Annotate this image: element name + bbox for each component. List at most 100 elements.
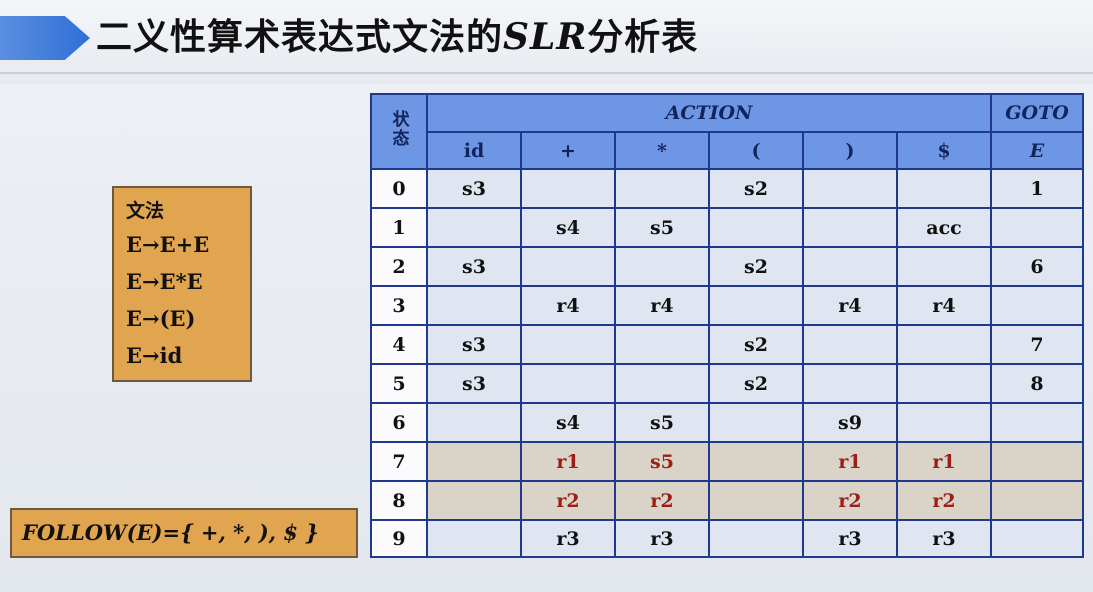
action-column-header: + — [520, 131, 616, 170]
action-cell: r4 — [895, 285, 993, 326]
action-cell — [426, 402, 522, 443]
goto-cell — [990, 402, 1085, 443]
action-cell: s2 — [708, 246, 804, 287]
table-row: 5 s3 s2 8 — [370, 363, 1085, 404]
grammar-heading: 文法 — [126, 200, 165, 222]
action-cell — [802, 363, 898, 404]
action-cell — [708, 207, 804, 248]
action-cell — [895, 324, 993, 365]
table-row: 9 r3 r3 r3 r3 — [370, 519, 1085, 558]
action-cell — [895, 246, 993, 287]
action-cell — [802, 207, 898, 248]
grammar-rule: E→E+E — [126, 232, 210, 257]
action-cell: r2 — [520, 480, 616, 521]
action-cell: s5 — [614, 207, 710, 248]
title-arrow-icon — [0, 16, 90, 60]
table-row: 1 s4 s5 acc — [370, 207, 1085, 248]
action-cell: r1 — [520, 441, 616, 482]
action-cell — [708, 441, 804, 482]
state-cell: 7 — [370, 441, 428, 482]
action-cell — [520, 246, 616, 287]
action-cell: acc — [895, 207, 993, 248]
state-cell: 1 — [370, 207, 428, 248]
action-cell — [708, 480, 804, 521]
goto-cell: 6 — [990, 246, 1085, 287]
action-cell — [708, 285, 804, 326]
action-cell: s4 — [520, 207, 616, 248]
state-cell: 5 — [370, 363, 428, 404]
action-cell: r3 — [520, 519, 616, 558]
state-header: 状态 — [370, 93, 428, 170]
follow-set-box: FOLLOW(E)={ +, *, ), $ } — [10, 508, 358, 558]
action-column-header: ( — [708, 131, 804, 170]
grammar-rule: E→(E) — [126, 306, 196, 331]
action-cell — [520, 168, 616, 209]
action-header: ACTION — [425, 93, 993, 133]
goto-cell: 8 — [990, 363, 1085, 404]
action-cell: r2 — [802, 480, 898, 521]
action-column-header: ) — [802, 131, 898, 170]
table-row: 4 s3 s2 7 — [370, 324, 1085, 365]
goto-cell: 7 — [990, 324, 1085, 365]
state-cell: 2 — [370, 246, 428, 287]
action-cell: s4 — [520, 402, 616, 443]
action-cell — [520, 363, 616, 404]
action-cell: r1 — [802, 441, 898, 482]
table-row: 8 r2 r2 r2 r2 — [370, 480, 1085, 521]
action-cell — [426, 519, 522, 558]
action-cell — [708, 519, 804, 558]
action-cell: r3 — [614, 519, 710, 558]
action-cell — [426, 207, 522, 248]
state-header-label: 状态 — [388, 110, 409, 148]
action-cell — [614, 363, 710, 404]
action-column-header: * — [614, 131, 710, 170]
state-cell: 6 — [370, 402, 428, 443]
table-row: 7 r1 s5 r1 r1 — [370, 441, 1085, 482]
action-cell: s2 — [708, 168, 804, 209]
goto-cell — [990, 207, 1085, 248]
action-cell — [426, 441, 522, 482]
action-cell — [802, 246, 898, 287]
action-cell: s9 — [802, 402, 898, 443]
action-cell — [895, 402, 993, 443]
title-suffix: 分析表 — [587, 17, 699, 58]
action-cell: r2 — [614, 480, 710, 521]
action-cell: s3 — [426, 363, 522, 404]
state-cell: 0 — [370, 168, 428, 209]
action-cell: s5 — [614, 402, 710, 443]
table-row: 0 s3 s2 1 — [370, 168, 1085, 209]
action-column-header: id — [426, 131, 522, 170]
title-bar: 二义性算术表达式文法的SLR分析表 — [0, 0, 1093, 84]
action-column-header: $ — [895, 131, 993, 170]
goto-cell — [990, 519, 1085, 558]
action-cell — [520, 324, 616, 365]
title-prefix: 二义性算术表达式文法的 — [96, 17, 504, 58]
action-cell — [708, 402, 804, 443]
action-cell: r2 — [895, 480, 993, 521]
action-cell — [614, 324, 710, 365]
action-cell — [426, 285, 522, 326]
action-cell — [614, 168, 710, 209]
action-cell: r3 — [802, 519, 898, 558]
slr-parse-table: 状态 ACTION GOTO id + *() $ E 0 s3 s2 1 1 s4 s5 acc 2 s… — [370, 93, 1085, 558]
state-cell: 8 — [370, 480, 428, 521]
action-cell — [802, 168, 898, 209]
title-divider — [0, 72, 1093, 74]
action-cell — [426, 480, 522, 521]
goto-column-header: E — [990, 131, 1085, 170]
title-slr: SLR — [503, 16, 588, 58]
action-cell: s2 — [708, 324, 804, 365]
action-cell: r1 — [895, 441, 993, 482]
action-cell — [614, 246, 710, 287]
action-cell: r3 — [895, 519, 993, 558]
action-cell: s3 — [426, 324, 522, 365]
action-cell: r4 — [520, 285, 616, 326]
action-cell — [802, 324, 898, 365]
grammar-box: 文法 E→E+E E→E*E E→(E) E→id — [112, 186, 252, 382]
goto-cell — [990, 480, 1085, 521]
state-cell: 3 — [370, 285, 428, 326]
action-cell: r4 — [802, 285, 898, 326]
goto-cell — [990, 285, 1085, 326]
action-cell: s5 — [614, 441, 710, 482]
state-cell: 4 — [370, 324, 428, 365]
